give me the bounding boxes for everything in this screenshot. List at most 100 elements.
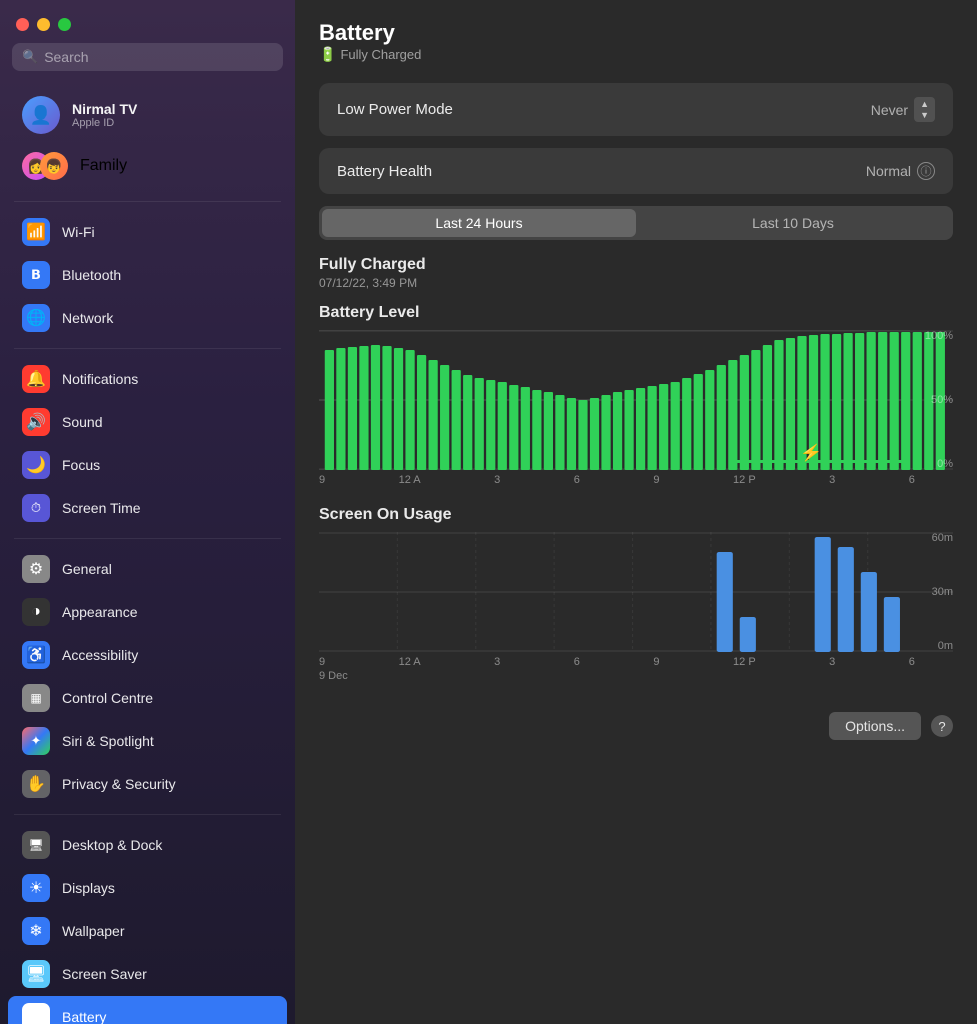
charge-title: Fully Charged <box>319 256 953 274</box>
low-power-mode-value: Never ▲ ▼ <box>871 97 935 122</box>
sound-icon: 🔊 <box>22 408 50 436</box>
usage-x-6a: 6 <box>574 656 580 668</box>
usage-chart-section: Screen On Usage <box>319 506 953 682</box>
battery-bars-svg: ⚡ <box>319 330 953 470</box>
tab-last-10d[interactable]: Last 10 Days <box>636 209 950 237</box>
low-power-mode-row: Low Power Mode Never ▲ ▼ <box>319 83 953 136</box>
sidebar-item-label-bluetooth: Bluetooth <box>62 267 121 283</box>
sidebar-item-label-sound: Sound <box>62 414 102 430</box>
sidebar-item-sound[interactable]: 🔊 Sound <box>8 401 287 443</box>
low-power-mode-current: Never <box>871 102 908 118</box>
usage-x-6p: 6 <box>909 656 915 668</box>
battery-health-row: Battery Health Normal ⓘ <box>319 148 953 194</box>
close-button[interactable] <box>16 18 29 31</box>
display-section: 🖥 Desktop & Dock ☀ Displays ❄ Wallpaper … <box>0 819 295 1024</box>
sidebar-item-notifications[interactable]: 🔔 Notifications <box>8 358 287 400</box>
usage-x-labels: 9 12 A 3 6 9 12 P 3 6 <box>319 656 953 668</box>
user-profile-item[interactable]: 👤 Nirmal TV Apple ID <box>8 88 287 142</box>
sidebar-item-controlcentre[interactable]: ▦ Control Centre <box>8 677 287 719</box>
low-power-mode-stepper[interactable]: ▲ ▼ <box>914 97 935 122</box>
sidebar: 🔍 👤 Nirmal TV Apple ID 👩 👦 Family <box>0 0 295 1024</box>
siri-icon: ✦ <box>22 727 50 755</box>
sidebar-item-siri[interactable]: ✦ Siri & Spotlight <box>8 720 287 762</box>
battery-x-labels: 9 12 A 3 6 9 12 P 3 6 <box>319 474 953 486</box>
prefs-section: ⚙ General ◑ Appearance ♿ Accessibility ▦… <box>0 543 295 810</box>
sidebar-item-label-battery: Battery <box>62 1009 106 1024</box>
search-bar[interactable]: 🔍 <box>12 43 283 71</box>
battery-chart-section: Battery Level /* bars generated below */ <box>319 304 953 486</box>
user-name: Nirmal TV <box>72 101 137 117</box>
main-content: Battery 🔋 Fully Charged Low Power Mode N… <box>295 0 977 1024</box>
sidebar-item-privacy[interactable]: ✋ Privacy & Security <box>8 763 287 805</box>
family-item[interactable]: 👩 👦 Family <box>8 144 287 188</box>
sidebar-item-battery[interactable]: 🔋 Battery <box>8 996 287 1024</box>
battery-x-6p: 6 <box>909 474 915 486</box>
sidebar-item-label-wallpaper: Wallpaper <box>62 923 125 939</box>
sidebar-item-label-focus: Focus <box>62 457 100 473</box>
wallpaper-icon: ❄ <box>22 917 50 945</box>
window-controls <box>0 0 295 43</box>
options-button[interactable]: Options... <box>829 712 921 740</box>
usage-x-3p: 3 <box>829 656 835 668</box>
usage-x-12p: 12 P <box>733 656 756 668</box>
sidebar-item-displays[interactable]: ☀ Displays <box>8 867 287 909</box>
battery-health-value: Normal ⓘ <box>866 162 935 180</box>
sidebar-item-label-siri: Siri & Spotlight <box>62 733 154 749</box>
usage-y-0: 0m <box>915 640 953 652</box>
sidebar-item-desktop[interactable]: 🖥 Desktop & Dock <box>8 824 287 866</box>
status-text: Fully Charged <box>340 47 421 62</box>
help-icon: ? <box>938 719 945 734</box>
search-icon: 🔍 <box>22 49 38 65</box>
notifications-icon: 🔔 <box>22 365 50 393</box>
page-title: Battery <box>319 20 421 46</box>
sidebar-item-label-screensaver: Screen Saver <box>62 966 147 982</box>
sidebar-item-general[interactable]: ⚙ General <box>8 548 287 590</box>
usage-x-12a: 12 A <box>399 656 421 668</box>
maximize-button[interactable] <box>58 18 71 31</box>
battery-x-3p: 3 <box>829 474 835 486</box>
sidebar-item-label-privacy: Privacy & Security <box>62 776 176 792</box>
page-subtitle: 🔋 Fully Charged <box>319 46 421 63</box>
sidebar-scroll: 👤 Nirmal TV Apple ID 👩 👦 Family 📶 Wi-Fi <box>0 83 295 1024</box>
footer-buttons: Options... ? <box>319 712 953 740</box>
divider-1 <box>14 201 281 202</box>
usage-x-date: 9 Dec <box>319 670 953 682</box>
sidebar-item-network[interactable]: 🌐 Network <box>8 297 287 339</box>
usage-chart-container: 60m 30m 0m 9 12 A 3 6 9 12 P 3 6 9 Dec <box>319 532 953 682</box>
sidebar-item-bluetooth[interactable]: 𝗕 Bluetooth <box>8 254 287 296</box>
usage-y-60: 60m <box>915 532 953 544</box>
sidebar-item-label-notifications: Notifications <box>62 371 138 387</box>
battery-chart-label: Battery Level <box>319 304 953 322</box>
sidebar-item-label-general: General <box>62 561 112 577</box>
battery-x-6a: 6 <box>574 474 580 486</box>
help-button[interactable]: ? <box>931 715 953 737</box>
user-info: Nirmal TV Apple ID <box>72 101 137 129</box>
usage-y-labels: 60m 30m 0m <box>915 532 953 652</box>
battery-health-info-icon[interactable]: ⓘ <box>917 162 935 180</box>
minimize-button[interactable] <box>37 18 50 31</box>
usage-x-3a: 3 <box>494 656 500 668</box>
battery-x-12a: 12 A <box>399 474 421 486</box>
battery-x-3a: 3 <box>494 474 500 486</box>
sidebar-item-accessibility[interactable]: ♿ Accessibility <box>8 634 287 676</box>
sidebar-item-screentime[interactable]: ⏱ Screen Time <box>8 487 287 529</box>
sidebar-item-wallpaper[interactable]: ❄ Wallpaper <box>8 910 287 952</box>
divider-2 <box>14 348 281 349</box>
screensaver-icon: 🖥 <box>22 960 50 988</box>
bluetooth-icon: 𝗕 <box>22 261 50 289</box>
network-icon: 🌐 <box>22 304 50 332</box>
battery-x-9: 9 <box>319 474 325 486</box>
search-input[interactable] <box>44 49 273 65</box>
sidebar-item-appearance[interactable]: ◑ Appearance <box>8 591 287 633</box>
battery-health-label: Battery Health <box>337 163 432 180</box>
accessibility-icon: ♿ <box>22 641 50 669</box>
sidebar-item-focus[interactable]: 🌙 Focus <box>8 444 287 486</box>
charge-time: 07/12/22, 3:49 PM <box>319 276 953 290</box>
tab-last-24h[interactable]: Last 24 Hours <box>322 209 636 237</box>
family-avatars: 👩 👦 <box>22 152 68 180</box>
sidebar-item-screensaver[interactable]: 🖥 Screen Saver <box>8 953 287 995</box>
user-subtitle: Apple ID <box>72 117 137 129</box>
usage-x-9a: 9 <box>653 656 659 668</box>
sidebar-item-label-network: Network <box>62 310 113 326</box>
sidebar-item-wifi[interactable]: 📶 Wi-Fi <box>8 211 287 253</box>
